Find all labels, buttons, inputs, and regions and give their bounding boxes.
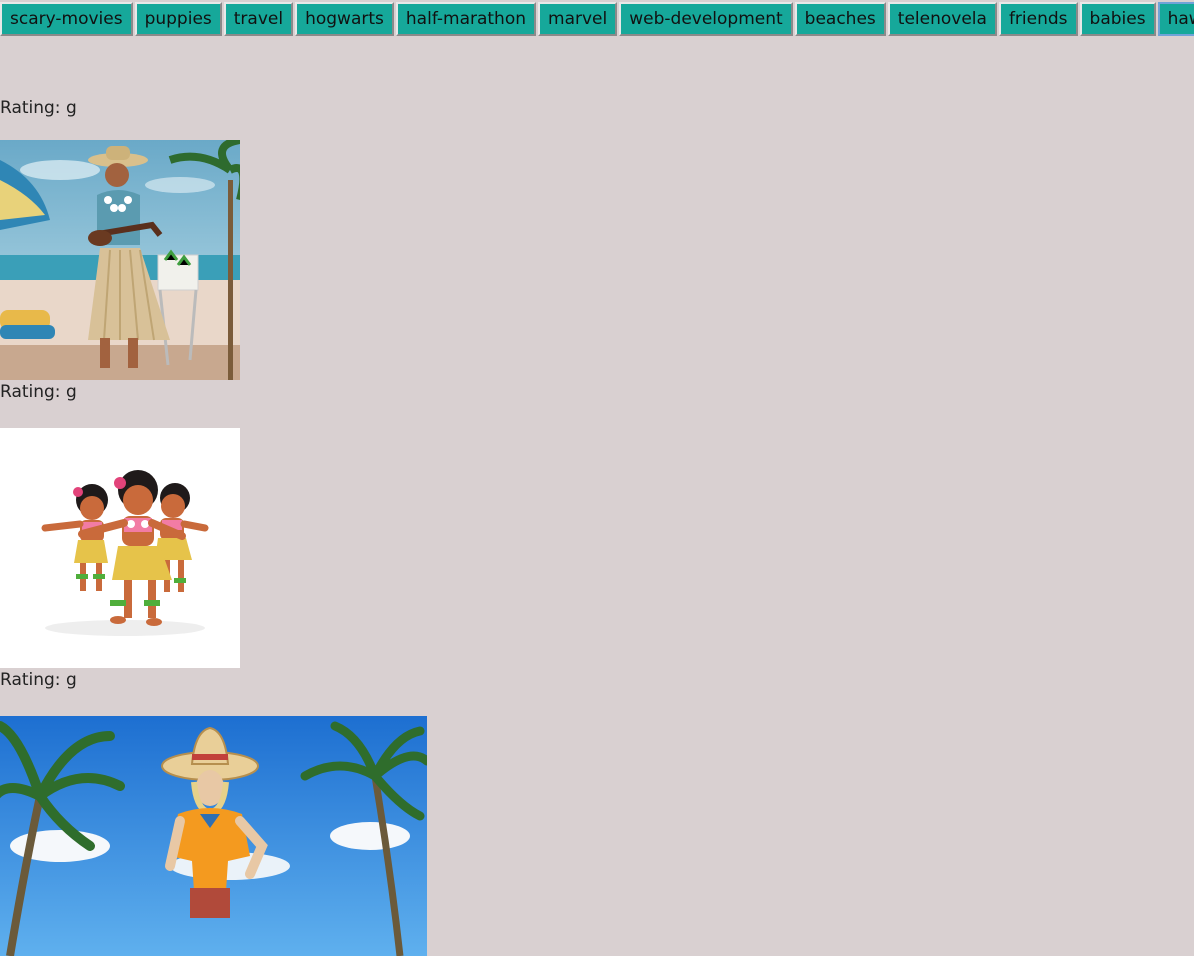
gif-image-sombrero-woman[interactable] <box>0 716 427 956</box>
topic-button-beaches[interactable]: beaches <box>794 2 886 36</box>
topic-button-web-development[interactable]: web-development <box>619 2 793 36</box>
rating-label: Rating: g <box>0 382 77 402</box>
topic-button-puppies[interactable]: puppies <box>134 2 222 36</box>
rating-label: Rating: g <box>0 670 77 690</box>
gif-results: Rating: g Rating: g Rating: g <box>0 96 427 956</box>
gif-item: Rating: g <box>0 668 427 956</box>
gif-item: Rating: g <box>0 96 427 380</box>
gif-item: Rating: g <box>0 380 427 668</box>
topic-button-babies[interactable]: babies <box>1079 2 1156 36</box>
topic-button-telenovela[interactable]: telenovela <box>887 2 997 36</box>
topic-button-marvel[interactable]: marvel <box>538 2 618 36</box>
topic-button-travel[interactable]: travel <box>223 2 294 36</box>
topic-button-scary-movies[interactable]: scary-movies <box>0 2 133 36</box>
topic-button-bar: scary-movies puppies travel hogwarts hal… <box>0 2 1194 38</box>
topic-button-hawaii[interactable]: hawaii <box>1157 2 1194 36</box>
rating-label: Rating: g <box>0 98 77 118</box>
topic-button-half-marathon[interactable]: half-marathon <box>395 2 537 36</box>
topic-button-friends[interactable]: friends <box>998 2 1078 36</box>
gif-image-hula-dancers[interactable] <box>0 428 240 668</box>
gif-image-hula-man[interactable] <box>0 140 240 380</box>
topic-button-hogwarts[interactable]: hogwarts <box>295 2 394 36</box>
